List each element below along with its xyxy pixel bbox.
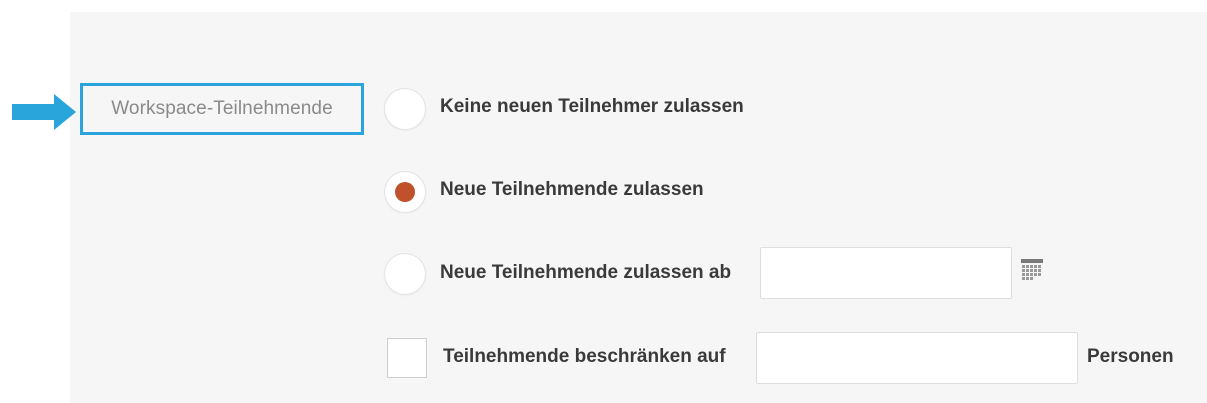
limit-participants-label[interactable]: Teilnehmende beschränken auf <box>443 346 726 368</box>
unit-label: Personen <box>1087 346 1174 367</box>
option-label-allow-new-participants[interactable]: Neue Teilnehmende zulassen <box>440 179 704 201</box>
date-input[interactable] <box>760 247 1012 299</box>
pointer-arrow-icon <box>12 94 76 130</box>
radio-allow-new-participants-from[interactable] <box>384 253 426 295</box>
option-label-no-new-participants[interactable]: Keine neuen Teilnehmer zulassen <box>440 96 744 118</box>
radio-selected-dot <box>395 182 415 202</box>
participant-limit-input[interactable] <box>756 332 1078 384</box>
radio-allow-new-participants[interactable] <box>384 171 426 213</box>
section-label-text: Workspace-Teilnehmende <box>111 98 333 119</box>
section-label: Workspace-Teilnehmende <box>80 83 364 135</box>
calendar-icon[interactable] <box>1020 258 1044 282</box>
radio-no-new-participants[interactable] <box>384 88 426 130</box>
option-label-allow-new-participants-from[interactable]: Neue Teilnehmende zulassen ab <box>440 262 731 284</box>
limit-participants-checkbox[interactable] <box>387 338 427 378</box>
